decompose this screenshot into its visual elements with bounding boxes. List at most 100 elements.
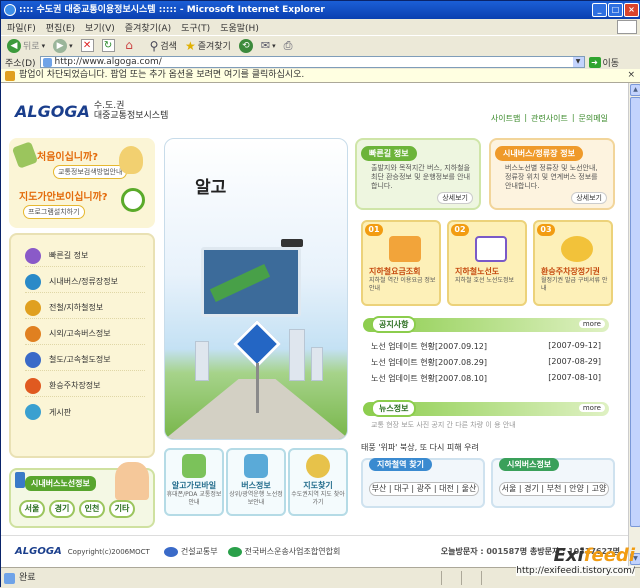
subway-map-icon <box>475 236 507 262</box>
history-button[interactable]: ⟲ <box>237 37 255 55</box>
menu-favorites[interactable]: 즐겨찾기(A) <box>125 21 171 34</box>
menu-railway[interactable]: 철도/고속철도정보 <box>25 349 145 371</box>
card-quick-route-more[interactable]: 상세보기 <box>437 192 473 204</box>
print-button[interactable]: ⎙ <box>282 37 295 55</box>
close-button[interactable]: × <box>624 3 639 17</box>
building-illustration <box>289 329 305 381</box>
bus-screen-illustration <box>201 247 301 317</box>
forward-button[interactable]: ▶ ▾ <box>51 37 75 55</box>
mail-button[interactable]: ✉ ▾ <box>259 37 278 55</box>
menu-help[interactable]: 도움말(H) <box>220 21 259 34</box>
card-quick-route-title[interactable]: 빠른길 정보 <box>361 146 417 161</box>
intercity-bus-title: 시외버스정보 <box>499 458 560 471</box>
go-button[interactable]: ➜ 이동 <box>588 56 619 69</box>
region-incheon[interactable]: 인천 <box>79 500 105 518</box>
footer-org1[interactable]: 건설교통부 <box>181 546 218 557</box>
bus-union-logo-icon <box>227 546 242 557</box>
card-quick-route-desc: 출발지와 목적지간 버스, 지하철을 최단 환승정보 및 운행정보를 안내합니다… <box>371 164 471 190</box>
parking-pass-icon <box>561 236 593 262</box>
news-more-button[interactable]: more <box>578 404 605 412</box>
logo-sub1: 수.도.권 <box>93 101 125 111</box>
region-other[interactable]: 기타 <box>109 500 135 518</box>
vertical-scrollbar[interactable]: ▲ ▼ <box>628 83 640 567</box>
contact-link[interactable]: 문의메일 <box>579 113 608 124</box>
map-help-title[interactable]: 지도가안보이십니까? <box>19 188 108 203</box>
notice-row[interactable]: 노선 업데이트 현황[2007.08.29] [2007-08-29] <box>371 357 601 368</box>
shield-icon <box>5 71 15 81</box>
minimize-button[interactable]: _ <box>592 3 607 17</box>
subway-city-links[interactable]: 부산 | 대구 | 광주 | 대전 | 울산 <box>369 482 479 496</box>
bus-icon <box>244 454 268 478</box>
notice-row[interactable]: 노선 업데이트 현황[2007.08.10] [2007-08-10] <box>371 373 601 384</box>
notice-more-button[interactable]: more <box>578 320 605 328</box>
menu-transfer-parking[interactable]: 환승주차장정보 <box>25 375 145 397</box>
address-input[interactable]: http://www.algoga.com/ ▼ <box>39 56 585 68</box>
menu-file[interactable]: 파일(F) <box>7 21 36 34</box>
bus-route-box: 시내버스노선정보 서울 경기 인천 기타 <box>9 462 155 528</box>
search-button[interactable]: ⚲ 검색 <box>148 37 179 55</box>
close-icon[interactable]: × <box>627 69 635 82</box>
magnifier-icon <box>306 454 330 478</box>
dropdown-arrow-icon[interactable]: ▼ <box>572 57 584 67</box>
feature-subway-map[interactable]: 02 지하철노선도 지하철 호선 노선도정보 <box>447 220 527 306</box>
home-button[interactable]: ⌂ <box>121 37 138 55</box>
menu-quick-route[interactable]: 빠른길 정보 <box>25 245 145 267</box>
back-button[interactable]: ◀ 뒤로 ▾ <box>5 37 47 55</box>
card-city-bus-desc: 버스노선별 정류장 및 노선안내, 정류장 위치 및 연계버스 정보를 안내합니… <box>505 164 598 190</box>
menu-edit[interactable]: 편집(E) <box>46 21 75 34</box>
first-visit-link[interactable]: 교통정보검색방법안내 <box>53 165 128 179</box>
address-bar: 주소(D) http://www.algoga.com/ ▼ ➜ 이동 <box>1 55 640 69</box>
site-logo[interactable]: ALGOGA 수.도.권 대중교통정보시스템 <box>15 101 168 121</box>
forward-arrow-icon: ▶ <box>53 38 68 53</box>
logo-mark: ALGOGA <box>15 101 90 121</box>
menu-intercity-bus[interactable]: 시외/고속버스정보 <box>25 323 145 345</box>
menu-view[interactable]: 보기(V) <box>85 21 115 34</box>
menu-city-bus[interactable]: 시내버스/정류장정보 <box>25 271 145 293</box>
windows-logo-icon <box>617 20 637 34</box>
ie-icon <box>4 4 16 16</box>
sitemap-link[interactable]: 사이트맵 <box>491 113 520 124</box>
search-icon: ⚲ <box>149 38 159 53</box>
menu-subway[interactable]: 전철/지하철정보 <box>25 297 145 319</box>
stop-button[interactable]: ✕ <box>79 37 96 55</box>
menu-board[interactable]: 게시판 <box>25 401 145 423</box>
feature-parking-pass[interactable]: 03 환승주차장정기권 월정기권 발급 구비서류 안내 <box>533 220 613 306</box>
window-title: :::: 수도권 대중교통이용정보시스템 ::::: - Microsoft I… <box>19 5 325 15</box>
history-icon: ⟲ <box>238 38 253 53</box>
maximize-button[interactable]: □ <box>608 3 623 17</box>
menu-tools[interactable]: 도구(T) <box>181 21 210 34</box>
first-visit-title[interactable]: 처음이십니까? <box>37 148 98 163</box>
scroll-thumb[interactable] <box>630 97 640 527</box>
traffic-light-icon <box>15 472 25 488</box>
favorites-button[interactable]: ★ 즐겨찾기 <box>183 37 233 55</box>
quick-mobile[interactable]: 알고가모바일 휴대폰/PDA 교통정보 안내 <box>164 448 224 516</box>
go-arrow-icon: ➜ <box>588 56 601 68</box>
page-icon <box>42 58 52 67</box>
region-seoul[interactable]: 서울 <box>19 500 45 518</box>
region-gyeonggi[interactable]: 경기 <box>49 500 75 518</box>
news-row[interactable]: 교통 현장 보도 사진 공지 간 다른 차량 이 용 안내 <box>371 420 601 430</box>
refresh-button[interactable]: ↻ <box>100 37 117 55</box>
notice-row[interactable]: 노선 업데이트 현황[2007.09.12] [2007-09-12] <box>371 341 601 352</box>
left-column: 처음이십니까? 교통정보검색방법안내 지도가안보이십니까? 프로그램설치하기 빠… <box>9 138 155 528</box>
card-city-bus-title[interactable]: 시내버스/정류장 정보 <box>495 146 583 161</box>
watermark: Exifeedi http://exifeedi.tistory.com/ <box>516 545 635 576</box>
footer-org2[interactable]: 전국버스운송사업조합연합회 <box>245 546 341 557</box>
card-city-bus-more[interactable]: 상세보기 <box>571 192 607 204</box>
subway-station-box: 지하철역 찾기 부산 | 대구 | 광주 | 대전 | 울산 <box>361 458 485 508</box>
quick-bus-info[interactable]: 버스정보 상위/광역운행 노선정보안내 <box>226 448 286 516</box>
feature-fare[interactable]: 01 지하철요금조회 지하철 역간 이용요금 정보안내 <box>361 220 441 306</box>
building-illustration <box>311 347 323 381</box>
person-illustration <box>115 462 149 500</box>
refresh-icon: ↻ <box>101 39 115 52</box>
scroll-up-icon[interactable]: ▲ <box>630 84 640 96</box>
quick-map-search[interactable]: 지도찾기 수도권지역 지도 찾아가기 <box>288 448 348 516</box>
related-sites-link[interactable]: 관련사이트 <box>531 113 568 124</box>
mobile-phone-icon <box>182 454 206 478</box>
notice-label: 공지사항 <box>371 316 417 333</box>
install-program-link[interactable]: 프로그램설치하기 <box>23 205 85 219</box>
stop-icon: ✕ <box>80 39 94 52</box>
popup-blocked-bar[interactable]: 팝업이 차단되었습니다. 팝업 또는 추가 옵션을 보려면 여기를 클릭하십시오… <box>1 69 640 83</box>
intercity-city-links[interactable]: 서울 | 경기 | 부천 | 안양 | 고양 <box>499 482 609 496</box>
news-row[interactable]: 태풍 '위파' 북상, 또 다시 피해 우려 <box>361 442 591 453</box>
